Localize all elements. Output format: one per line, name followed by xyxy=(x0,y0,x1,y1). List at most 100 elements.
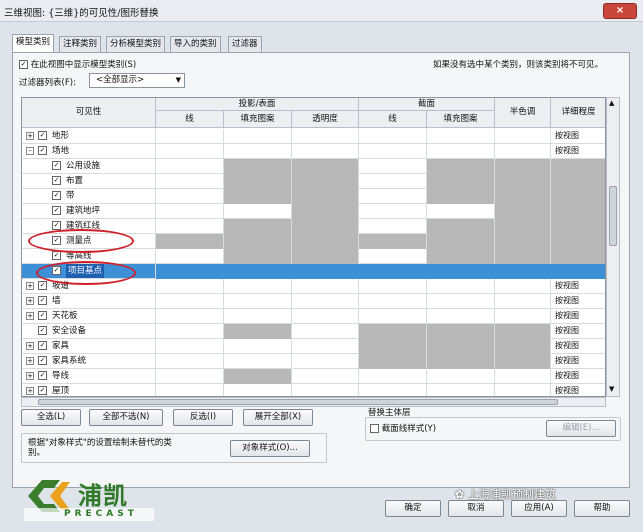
detail-level-cell[interactable]: 按视图 xyxy=(551,129,605,144)
detail-level-cell[interactable] xyxy=(551,189,605,204)
override-cell[interactable] xyxy=(224,159,292,174)
override-cell[interactable] xyxy=(224,309,292,324)
header-halftone[interactable]: 半色调 xyxy=(495,98,551,128)
override-cell[interactable] xyxy=(292,129,359,144)
category-name-cell[interactable]: ✓ 公用设施 xyxy=(22,159,156,174)
visibility-checkbox[interactable]: ✓ xyxy=(52,251,61,260)
override-cell[interactable] xyxy=(156,249,224,264)
scroll-up-icon[interactable]: ▲ xyxy=(609,99,614,107)
override-cell[interactable] xyxy=(224,144,292,159)
detail-level-cell[interactable] xyxy=(551,234,605,249)
halftone-cell[interactable] xyxy=(495,129,551,144)
category-name-cell[interactable]: ✓ 带 xyxy=(22,189,156,204)
override-cell[interactable] xyxy=(292,159,359,174)
subheader-projection-lines[interactable]: 线 xyxy=(156,111,224,128)
halftone-cell[interactable] xyxy=(495,339,551,354)
override-cell[interactable] xyxy=(427,159,495,174)
halftone-cell[interactable] xyxy=(495,279,551,294)
tab-filters[interactable]: 过滤器 xyxy=(228,36,262,52)
override-cell[interactable] xyxy=(359,354,427,369)
cut-line-style-option[interactable]: 截面线样式(Y) xyxy=(370,422,436,434)
override-cell[interactable] xyxy=(156,294,224,309)
override-cell[interactable] xyxy=(156,339,224,354)
override-cell[interactable] xyxy=(359,294,427,309)
header-detail-level[interactable]: 详细程度 xyxy=(551,98,605,128)
override-cell[interactable] xyxy=(359,204,427,219)
halftone-cell[interactable] xyxy=(495,354,551,369)
subheader-cut-patterns[interactable]: 填充图案 xyxy=(427,111,495,128)
expand-icon[interactable]: + xyxy=(26,282,34,290)
expand-all-button[interactable]: 展开全部(X) xyxy=(243,409,313,426)
halftone-cell[interactable] xyxy=(495,249,551,264)
expand-icon[interactable]: + xyxy=(26,357,34,365)
category-name-cell[interactable]: + ✓ 天花板 xyxy=(22,309,156,324)
tab-imported-categories[interactable]: 导入的类别 xyxy=(170,36,221,52)
override-cell[interactable] xyxy=(292,324,359,339)
category-name-cell[interactable]: + ✓ 导线 xyxy=(22,369,156,384)
halftone-cell[interactable] xyxy=(495,324,551,339)
halftone-cell[interactable] xyxy=(495,294,551,309)
override-cell[interactable] xyxy=(427,309,495,324)
horizontal-scroll-thumb[interactable] xyxy=(38,399,558,405)
override-cell[interactable] xyxy=(156,279,224,294)
override-cell[interactable] xyxy=(427,384,495,396)
expand-icon[interactable]: + xyxy=(26,372,34,380)
override-cell[interactable] xyxy=(156,234,224,249)
override-cell[interactable] xyxy=(292,339,359,354)
cut-line-style-checkbox[interactable] xyxy=(370,424,379,433)
subheader-projection-patterns[interactable]: 填充图案 xyxy=(224,111,292,128)
override-cell[interactable] xyxy=(427,189,495,204)
override-cell[interactable] xyxy=(427,144,495,159)
override-cell[interactable] xyxy=(292,384,359,396)
table-row[interactable]: + ✓ 屋顶 按视图 xyxy=(22,384,605,396)
detail-level-cell[interactable]: 按视图 xyxy=(551,324,605,339)
override-cell[interactable] xyxy=(224,339,292,354)
override-cell[interactable] xyxy=(156,144,224,159)
visibility-checkbox[interactable]: ✓ xyxy=(38,341,47,350)
override-cell[interactable] xyxy=(292,309,359,324)
override-cell[interactable] xyxy=(224,369,292,384)
override-cell[interactable] xyxy=(359,234,427,249)
halftone-cell[interactable] xyxy=(495,174,551,189)
vertical-scrollbar[interactable]: ▲ ▼ xyxy=(606,97,620,397)
header-visibility[interactable]: 可见性 xyxy=(22,98,156,128)
visibility-checkbox[interactable]: ✓ xyxy=(38,356,47,365)
help-button[interactable]: 帮助 xyxy=(574,500,630,517)
invert-selection-button[interactable]: 反选(I) xyxy=(173,409,233,426)
ok-button[interactable]: 确定 xyxy=(385,500,441,517)
override-cell[interactable] xyxy=(359,339,427,354)
override-cell[interactable] xyxy=(224,384,292,396)
tab-model-categories[interactable]: 模型类别 xyxy=(12,34,55,52)
override-cell[interactable] xyxy=(359,384,427,396)
override-cell[interactable] xyxy=(224,204,292,219)
expand-icon[interactable]: + xyxy=(26,297,34,305)
collapse-icon[interactable]: - xyxy=(26,147,34,155)
cancel-button[interactable]: 取消 xyxy=(448,500,504,517)
halftone-cell[interactable] xyxy=(495,234,551,249)
category-name-cell[interactable]: + ✓ 家具 xyxy=(22,339,156,354)
horizontal-scrollbar[interactable] xyxy=(21,397,606,407)
apply-button[interactable]: 应用(A) xyxy=(511,500,567,517)
object-styles-button[interactable]: 对象样式(O)... xyxy=(230,440,310,457)
override-cell[interactable] xyxy=(292,219,359,234)
override-cell[interactable] xyxy=(224,324,292,339)
edit-button[interactable]: 编辑(E)... xyxy=(546,420,616,437)
visibility-checkbox[interactable]: ✓ xyxy=(52,176,61,185)
override-cell[interactable] xyxy=(224,174,292,189)
visibility-checkbox[interactable]: ✓ xyxy=(38,386,47,395)
halftone-cell[interactable] xyxy=(495,264,551,279)
override-cell[interactable] xyxy=(224,354,292,369)
table-row[interactable]: ✓ 带 xyxy=(22,189,605,204)
override-cell[interactable] xyxy=(156,189,224,204)
override-cell[interactable] xyxy=(427,324,495,339)
override-cell[interactable] xyxy=(359,279,427,294)
table-row[interactable]: ✓ 布置 xyxy=(22,174,605,189)
override-cell[interactable] xyxy=(156,324,224,339)
override-cell[interactable] xyxy=(427,369,495,384)
table-row[interactable]: + ✓ 墙 按视图 xyxy=(22,294,605,309)
override-cell[interactable] xyxy=(292,264,359,279)
override-cell[interactable] xyxy=(224,129,292,144)
override-cell[interactable] xyxy=(292,249,359,264)
halftone-cell[interactable] xyxy=(495,189,551,204)
table-row[interactable]: ✓ 公用设施 xyxy=(22,159,605,174)
